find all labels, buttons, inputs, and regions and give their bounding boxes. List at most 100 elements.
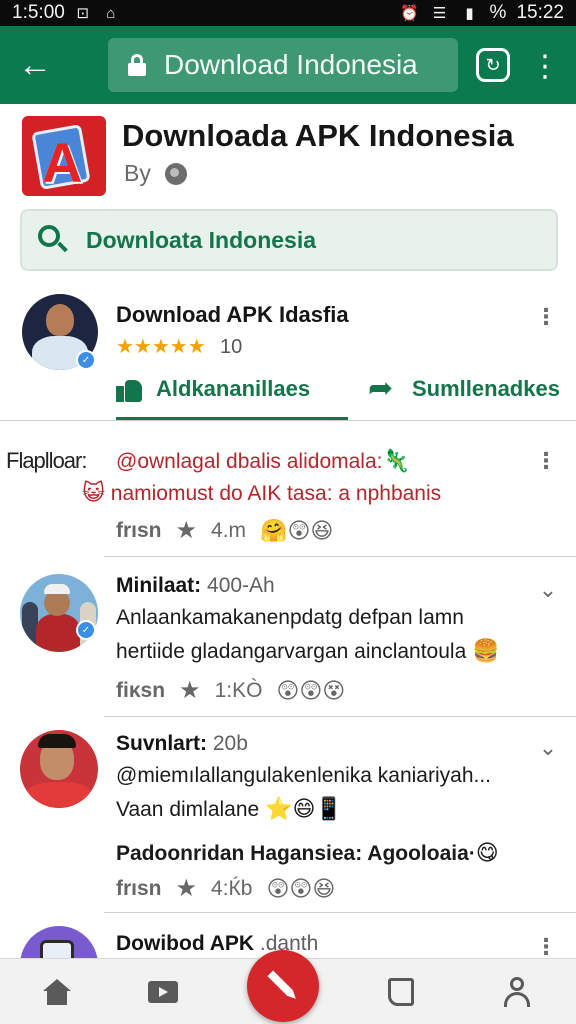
star-icon[interactable]: ★ [179,676,201,705]
app-author: By [124,160,187,187]
wifi-icon: ☰ [432,5,447,22]
comment-author[interactable]: Suvnlart: 20b [116,732,248,756]
author-name: Dowibod APK [116,932,255,955]
chevron-down-icon[interactable]: ⌄ [536,577,560,602]
like-label: Aldkananillaes [156,376,311,401]
more-options-icon[interactable]: ⋮ [535,932,557,958]
battery-indicator: % [489,2,507,23]
comment-author[interactable]: Minilaat: 400-Ah [116,574,275,598]
burger-emoji-icon: 🍔 [472,638,500,663]
url-bar[interactable]: Download Indonesia [108,38,458,92]
comment-text: hertiide gladangarvargan ainclantoula [116,640,467,663]
comment-text: Vaan dimlalane [116,798,260,821]
user-icon [503,977,531,1007]
comment-meta: frısn ★ 4:Ќb 😲😲😆 [116,874,335,903]
share-arrow-icon: ➦ [368,372,394,405]
chevron-down-icon[interactable]: ⌄ [536,735,560,760]
comment-text: @miemılallangulakenlenika kaniariyah... [116,764,492,787]
divider [0,420,576,421]
home-icon [43,979,71,1005]
share-label: Sumllenadkes [412,376,560,401]
avatar[interactable] [20,574,98,652]
thumbs-up-icon [116,376,144,402]
overflow-menu-icon[interactable]: ⋮ [530,46,560,86]
app-logo: A [22,116,106,196]
emoji-icon: 😺 [82,480,105,505]
alarm-icon: ⏰ [400,5,419,22]
comment-meta: frısn ★ 4.m 🤗😲😆 [116,516,333,545]
comment-text: namiomust do AIK tasa: a nphbanis [110,482,442,505]
divider [104,912,576,913]
timestamp: 400-Ah [207,574,275,597]
search-input[interactable]: Downloata Indonesia [20,209,558,271]
nav-profile[interactable] [482,959,552,1024]
url-text: Download Indonesia [164,49,418,80]
notification-icon: ⌂ [106,4,116,22]
share-button[interactable]: ➦ Sumllenadkes [368,372,560,406]
featured-post: ✓ Download APK Idasfia ★★★★★ 10 ⋮ Aldkan… [0,284,576,424]
timestamp: 20b [212,732,248,755]
comment-text: Anlaankamakanenpdatg defpan lamn [116,606,464,629]
verified-badge-icon: ✓ [76,350,96,370]
avatar[interactable] [20,926,98,958]
app-by-label: By [124,160,151,186]
nav-bookmarks[interactable] [366,959,436,1024]
divider [104,556,576,557]
tab-switcher-icon[interactable]: ↻ [476,48,510,82]
more-options-icon[interactable]: ⋮ [535,446,557,476]
comment-text-line: hertiide gladangarvargan ainclantoula 🍔 [116,638,500,664]
reaction-emojis-icon: 😲😲😆 [266,875,336,901]
status-time-left: 1:5:00 [12,2,65,23]
rating-value: 10 [220,336,243,358]
lock-icon [128,54,146,76]
reply-label[interactable]: frısn [116,877,162,901]
video-icon [148,981,178,1003]
pencil-icon [255,958,312,1015]
reaction-count: 1:ΚÒ [214,678,263,702]
search-value: Downloata Indonesia [86,226,317,253]
emoji-icon: 😋 [475,840,499,865]
compose-button[interactable] [247,950,319,1022]
verified-badge-icon: ✓ [76,620,96,640]
nav-video[interactable] [128,959,198,1024]
lizard-emoji-icon: 🦎 [382,448,410,473]
rating-stars: ★★★★★ [116,336,206,358]
comment-text-line: @ownlagal dbalis alidomala:🦎 [116,448,410,474]
avatar[interactable] [20,730,98,808]
browser-toolbar: ← Download Indonesia ↻ ⋮ [0,26,576,104]
reply-label[interactable]: frısn [116,519,162,543]
comment-text: Padoonridan Hagansiea: Agooloaia· [116,842,476,865]
voicemail-icon: ⊡ [76,5,90,22]
like-button[interactable]: Aldkananillaes [116,372,310,406]
author-name: Minilaat: [116,574,202,597]
comment-text: @ownlagal dbalis alidomala: [116,450,383,473]
reaction-emojis-icon: 😲😲😵 [276,677,346,703]
reaction-count: 4.m [211,518,247,542]
emoji-icon: ⭐😄📱 [265,796,343,821]
signal-icon: ▮ [465,5,474,22]
app-title: Downloada APK Indonesia [122,118,514,153]
reaction-count: 4:Ќb [211,876,253,900]
divider [104,716,576,717]
comment-item: Flaplloar: @ownlagal dbalis alidomala:🦎 … [0,436,576,556]
search-icon [38,225,68,255]
star-icon[interactable]: ★ [176,874,198,903]
status-time-right: 15:22 [516,2,564,23]
more-options-icon[interactable]: ⋮ [535,302,557,332]
status-bar: 1:5:00 ⊡ ⌂ ⏰ ☰ ▮ % 15:22 [0,0,576,26]
bookmark-icon [388,978,414,1006]
back-arrow-icon[interactable]: ← [0,26,70,104]
author-name: Suvnlart: [116,732,208,755]
comment-text-line: Padoonridan Hagansiea: Agooloaia·😋 [116,840,499,866]
comment-label: Flaplloar: [6,448,87,473]
globe-icon [164,162,187,185]
comment-item: ✓ Minilaat: 400-Ah ⌄ Anlaankamakanenpdat… [0,560,576,716]
reaction-emojis-icon: 🤗😲😆 [260,517,334,543]
star-icon[interactable]: ★ [176,516,198,545]
nav-home[interactable] [22,959,92,1024]
comment-item: Suvnlart: 20b ⌄ @miemılallangulakenlenik… [0,720,576,912]
comment-text-line: Vaan dimlalane ⭐😄📱 [116,796,343,822]
reply-label[interactable]: fiκsn [116,679,165,703]
post-author-name[interactable]: Download APK Idasfia [116,302,349,328]
comment-meta: fiκsn ★ 1:ΚÒ 😲😲😵 [116,676,345,705]
